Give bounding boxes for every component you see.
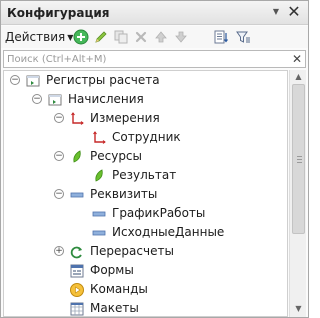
expand-toggle-icon[interactable]: + [54, 246, 64, 256]
pin-icon[interactable]: ▼ [268, 4, 284, 20]
tree-item-label: Формы [90, 263, 134, 277]
panel-title: Конфигурация [7, 6, 110, 20]
tree-item[interactable]: − Ресурсы [4, 147, 287, 166]
vertical-scrollbar[interactable]: ▲ ▼ [289, 70, 306, 317]
tree-item[interactable]: − Регистры расчета [4, 71, 287, 90]
close-icon[interactable]: ✕ [286, 4, 302, 20]
sort-button[interactable] [213, 29, 229, 45]
scroll-grip [297, 159, 302, 160]
tree-item-label: Начисления [68, 92, 144, 106]
tree-item-label: Измерения [90, 111, 160, 125]
tree-item-label: Перерасчеты [90, 244, 174, 258]
sort-list-icon [214, 30, 228, 44]
tree-item[interactable]: Формы [4, 261, 287, 280]
tree-item-label: Макеты [90, 301, 139, 315]
pencil-icon [95, 31, 107, 43]
actions-menu-label: Действия [5, 30, 66, 44]
collapse-toggle-icon[interactable]: − [10, 75, 20, 85]
copy-button[interactable] [113, 29, 129, 45]
tree-item-label: Реквизиты [90, 187, 158, 201]
collapse-toggle-icon[interactable]: − [32, 94, 42, 104]
delete-button[interactable] [133, 29, 149, 45]
plus-circle-icon [73, 29, 89, 45]
clear-search-icon[interactable]: ✕ [292, 51, 302, 67]
tree-item[interactable]: Результат [4, 166, 287, 185]
cross-icon [135, 31, 147, 43]
collapse-toggle-icon[interactable]: − [54, 151, 64, 161]
collapse-toggle-icon[interactable]: − [54, 113, 64, 123]
dimension-icon [91, 130, 107, 146]
template-icon [69, 301, 85, 316]
toolbar: Действия ▼ [1, 26, 308, 48]
search-input[interactable] [7, 52, 287, 66]
tree-item-label: ГрафикРаботы [112, 206, 206, 220]
register-icon [47, 92, 63, 108]
configuration-tree: − Регистры расчета − Начисления − Измерения Со… [3, 70, 288, 317]
configuration-panel: Конфигурация ▼ ✕ Действия ▼ Поиск (Ctrl+… [0, 0, 309, 318]
tree-item[interactable]: − Начисления [4, 90, 287, 109]
attribute-icon [91, 225, 107, 241]
filter-button[interactable] [235, 29, 251, 45]
attribute-icon [91, 206, 107, 222]
title-bar: Конфигурация ▼ ✕ [1, 1, 308, 25]
tree-item[interactable]: ИсходныеДанные [4, 223, 287, 242]
tree-item[interactable]: Макеты [4, 299, 287, 316]
filter-icon [236, 31, 250, 43]
tree-item[interactable]: Сотрудник [4, 128, 287, 147]
scroll-grip [297, 162, 302, 163]
scroll-up-icon[interactable]: ▲ [293, 72, 304, 82]
tree-item-label: Результат [112, 168, 177, 182]
add-button[interactable] [73, 29, 89, 45]
copy-icon [114, 30, 128, 44]
tree-item-label: Ресурсы [90, 149, 143, 163]
actions-menu-button[interactable]: Действия ▼ [5, 29, 73, 45]
scroll-thumb[interactable] [292, 84, 305, 234]
tree-item-label: Команды [90, 282, 148, 296]
tree-item[interactable]: Команды [4, 280, 287, 299]
tree-item[interactable]: − Реквизиты [4, 185, 287, 204]
resource-icon [69, 149, 85, 165]
move-down-button[interactable] [173, 29, 189, 45]
resource-icon [91, 168, 107, 184]
dimension-icon [69, 111, 85, 127]
collapse-toggle-icon[interactable]: − [54, 189, 64, 199]
tree-item[interactable]: − Измерения [4, 109, 287, 128]
form-icon [69, 263, 85, 279]
move-up-button[interactable] [153, 29, 169, 45]
scroll-grip [297, 156, 302, 157]
tree-item-label: ИсходныеДанные [112, 225, 225, 239]
arrow-down-icon [175, 31, 187, 43]
attribute-icon [69, 187, 85, 203]
register-icon [25, 73, 41, 89]
edit-button[interactable] [93, 29, 109, 45]
search-field: ✕ [3, 50, 306, 68]
tree-item-label: Регистры расчета [46, 73, 160, 87]
recalculation-icon [69, 244, 85, 260]
tree-item-label: Сотрудник [112, 130, 181, 144]
arrow-up-icon [155, 31, 167, 43]
tree-item[interactable]: + Перерасчеты [4, 242, 287, 261]
command-icon [69, 282, 85, 298]
scroll-down-icon[interactable]: ▼ [293, 304, 304, 314]
tree-item[interactable]: ГрафикРаботы [4, 204, 287, 223]
